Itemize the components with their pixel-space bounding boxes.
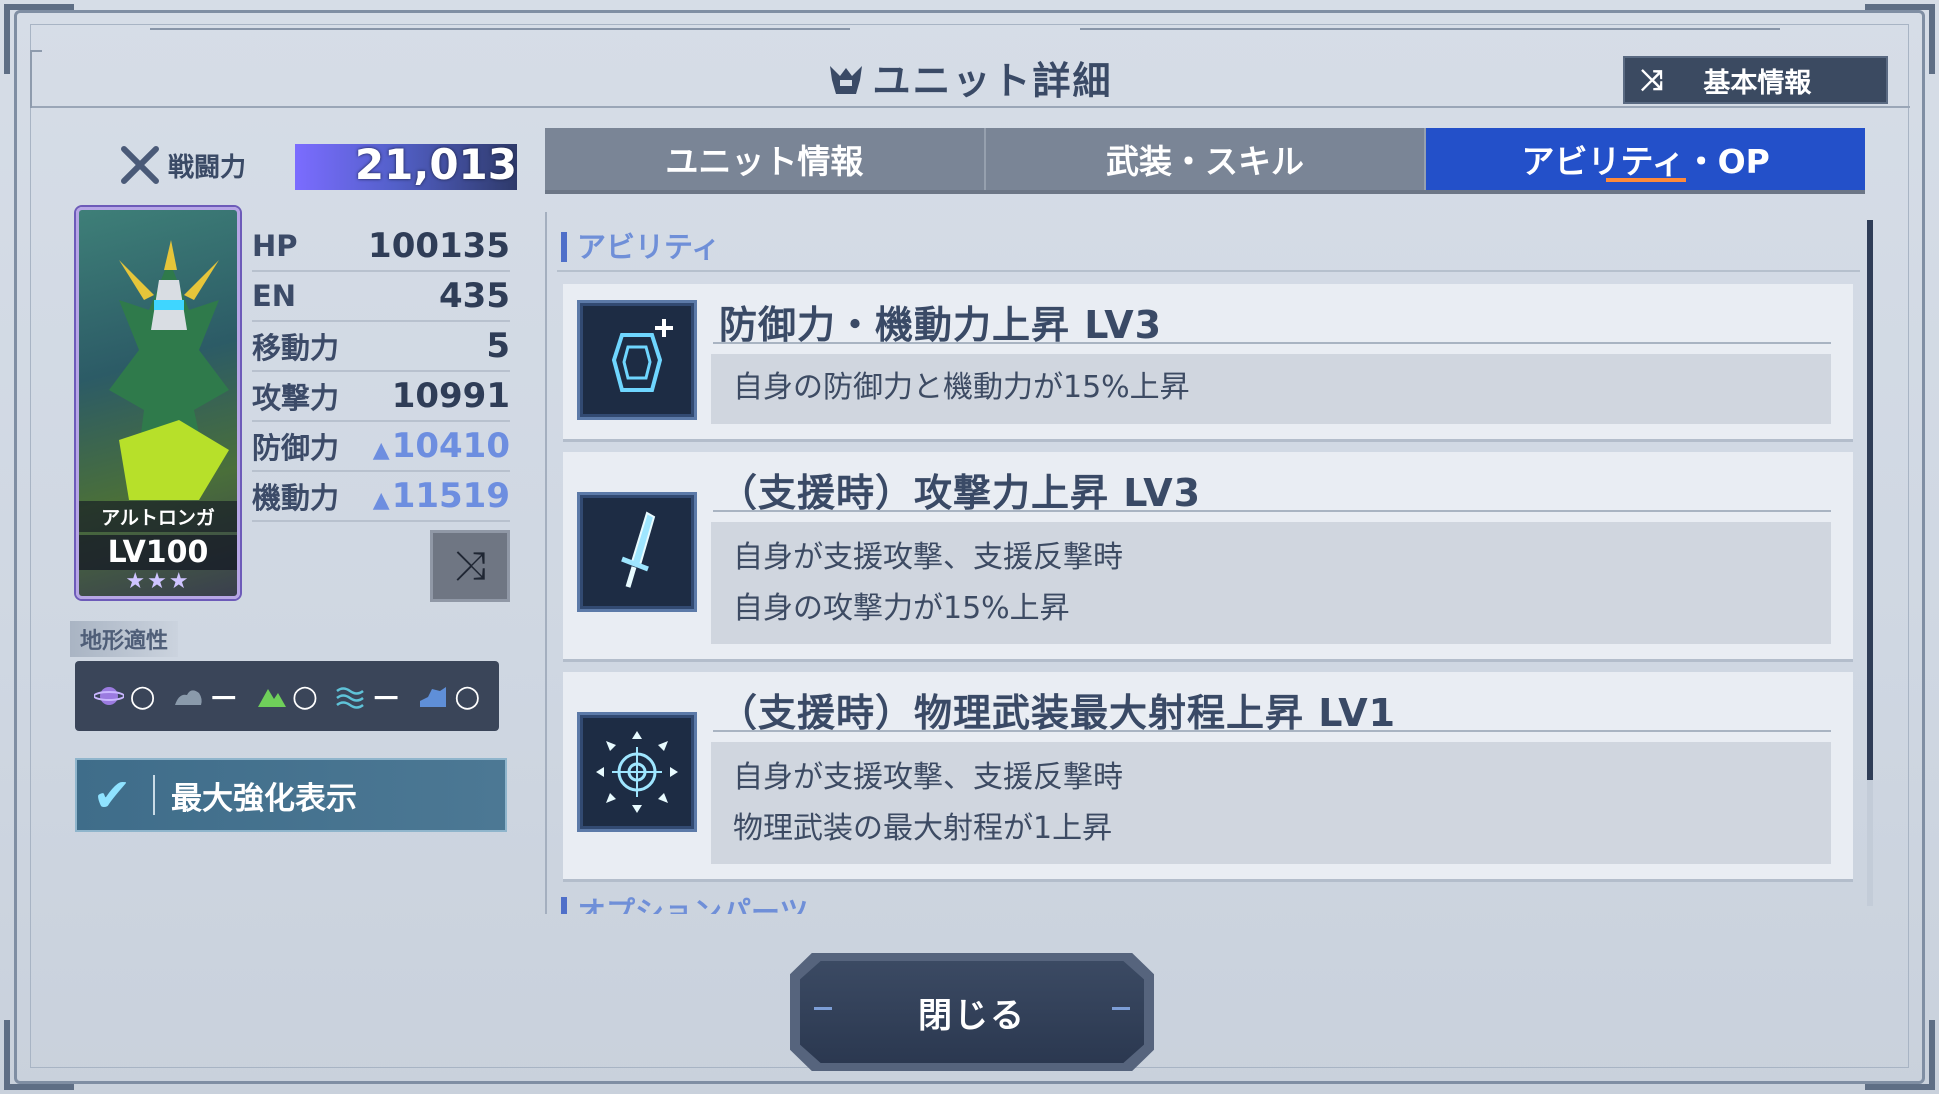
mobile-suit-head-icon (830, 66, 863, 94)
tab-weapons-skills[interactable]: 武装・スキル (986, 128, 1427, 190)
divider (153, 775, 155, 815)
stat-value-number: 10410 (391, 426, 510, 466)
stat-row-mobility: 機動力 ▲11519 (252, 472, 510, 522)
option-parts-section-header: オプションパーツ (561, 897, 808, 914)
combat-power-label: 戦闘力 (120, 145, 246, 185)
stat-up-arrow-icon: ▲ (372, 488, 390, 513)
ability-name: （支援時）物理武装最大射程上昇 LV1 (719, 691, 1397, 735)
terrain-ground: ○ (256, 679, 318, 714)
description-line: 物理武装の最大射程が1上昇 (733, 811, 1113, 846)
page-title-text: ユニット詳細 (872, 59, 1113, 103)
terrain-rating: ○ (454, 678, 481, 714)
target-icon (577, 712, 697, 832)
ability-item[interactable]: 防御力・機動力上昇 LV3 自身の防御力と機動力が15%上昇 (563, 284, 1853, 442)
stat-label: 攻撃力 (252, 381, 340, 415)
ability-item[interactable]: （支援時）物理武装最大射程上昇 LV1 自身が支援攻撃、支援反撃時 物理武装の最… (563, 672, 1853, 882)
terrain-atmosphere: － (173, 674, 239, 718)
terrain-space: ○ (93, 678, 156, 714)
stat-value: ▲10410 (373, 426, 510, 466)
unit-card[interactable]: アルトロンガ LV100 ★★★ (76, 207, 240, 599)
stats-list: HP 100135 EN 435 移動力 5 攻撃力 10991 防御力 ▲10… (252, 222, 510, 522)
ability-item[interactable]: （支援時）攻撃力上昇 LV3 自身が支援攻撃、支援反撃時 自身の攻撃力が15%上… (563, 452, 1853, 662)
corner-ornament (1865, 1020, 1935, 1090)
close-button[interactable]: 閉じる (800, 961, 1144, 1063)
tab-abilities-op[interactable]: アビリティ・OP (1426, 128, 1866, 190)
detail-tabs: ユニット情報 武装・スキル アビリティ・OP (545, 128, 1866, 194)
stat-row-hp: HP 100135 (252, 222, 510, 272)
stat-row-movement: 移動力 5 (252, 322, 510, 372)
combat-power-value: 21,013 (354, 140, 517, 189)
max-enhance-label: 最大強化表示 (171, 780, 357, 817)
terrain-underwater: ○ (418, 679, 480, 714)
combat-power-text: 戦闘力 (168, 152, 247, 183)
ability-name: （支援時）攻撃力上昇 LV3 (719, 471, 1202, 515)
shield-plus-icon (577, 300, 697, 420)
terrain-rating: ○ (129, 678, 156, 714)
stat-label: EN (252, 279, 297, 313)
description-line: 自身の防御力と機動力が15%上昇 (733, 370, 1190, 405)
terrain-water: － (335, 674, 401, 718)
stat-row-defense: 防御力 ▲10410 (252, 422, 510, 472)
top-divider (1080, 28, 1780, 30)
ability-name-divider (713, 510, 1831, 512)
top-divider (150, 28, 850, 30)
ability-name-divider (713, 730, 1831, 732)
rarity-stars: ★★★ (125, 569, 191, 594)
terrain-rating: ○ (291, 678, 319, 714)
scrollbar-thumb[interactable] (1867, 220, 1873, 780)
ability-description: 自身が支援攻撃、支援反撃時 物理武装の最大射程が1上昇 (711, 742, 1831, 864)
corner-ornament (4, 1020, 74, 1090)
stat-label: 防御力 (252, 431, 340, 465)
unit-name: アルトロンガ (79, 501, 237, 532)
sword-icon (577, 492, 697, 612)
decorative-dash (1112, 1007, 1130, 1010)
stat-value-number: 11519 (391, 476, 510, 516)
ability-name-divider (713, 342, 1831, 344)
crossed-swords-icon (121, 146, 159, 184)
section-divider (557, 270, 1860, 272)
description-line: 自身が支援攻撃、支援反撃時 (733, 540, 1123, 575)
swap-unit-button[interactable]: ⤨ (430, 530, 510, 602)
terrain-rating: － (371, 682, 402, 717)
ability-name: 防御力・機動力上昇 LV3 (719, 303, 1163, 347)
description-line: 自身が支援攻撃、支援反撃時 (733, 760, 1123, 795)
shuffle-icon: ⤨ (454, 543, 486, 589)
space-icon (93, 687, 124, 705)
stat-row-en: EN 435 (252, 272, 510, 322)
checkmark-icon: ✔ (92, 768, 132, 822)
water-icon (336, 687, 364, 709)
tab-unit-info[interactable]: ユニット情報 (545, 128, 986, 190)
max-enhance-toggle[interactable]: ✔ 最大強化表示 (75, 758, 507, 832)
abilities-section-header: アビリティ (561, 232, 720, 262)
decorative-dash (814, 1007, 832, 1010)
underwater-icon (420, 687, 447, 707)
terrain-rating: － (208, 682, 239, 717)
ability-description: 自身が支援攻撃、支援反撃時 自身の攻撃力が15%上昇 (711, 522, 1831, 644)
atmosphere-icon (174, 690, 202, 705)
stat-label: 機動力 (252, 481, 340, 515)
close-button-label: 閉じる (918, 995, 1026, 1036)
unit-portrait (109, 240, 229, 500)
stat-value: 435 (439, 276, 510, 316)
ground-icon (257, 689, 286, 707)
unit-level: LV100 (79, 535, 237, 570)
terrain-label: 地形適性 (70, 621, 179, 657)
basic-info-label: 基本情報 (1703, 67, 1812, 99)
stat-value: 100135 (368, 226, 510, 266)
stat-label: 移動力 (252, 331, 340, 365)
stat-value: 5 (486, 326, 510, 366)
terrain-panel: ○ － ○ － ○ (75, 661, 499, 731)
unit-detail-window: ユニット詳細 ⤨ 基本情報 戦闘力 21,013 アルトロンガ LV100 ★★… (0, 0, 1939, 1094)
stat-value: ▲11519 (373, 476, 510, 516)
stat-row-attack: 攻撃力 10991 (252, 372, 510, 422)
stat-label: HP (252, 229, 298, 263)
shuffle-icon: ⤨ (1641, 63, 1664, 96)
stat-value: 10991 (391, 376, 510, 416)
ability-description: 自身の防御力と機動力が15%上昇 (711, 354, 1831, 424)
description-line: 自身の攻撃力が15%上昇 (733, 591, 1070, 626)
stat-up-arrow-icon: ▲ (372, 438, 390, 463)
basic-info-button[interactable]: ⤨ 基本情報 (1623, 56, 1888, 104)
ability-list[interactable]: アビリティ 防御力・機動力上昇 LV3 自身の防御力と機動力が15%上昇 （支援… (545, 212, 1870, 914)
